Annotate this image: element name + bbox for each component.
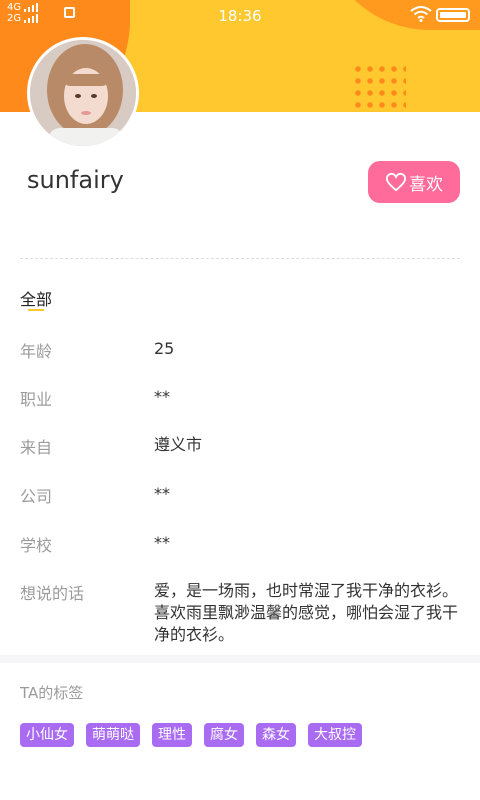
section-title-underline — [28, 309, 44, 311]
tag-chip[interactable]: 理性 — [152, 723, 192, 747]
info-value-bio: 爱，是一场雨，也时常湿了我干净的衣衫。喜欢雨里飘渺温馨的感觉，哪怕会湿了我干净的… — [154, 581, 459, 644]
status-bar: 4G 2G 18:36 — [0, 0, 480, 32]
divider — [20, 258, 460, 259]
tag-chip[interactable]: 森女 — [256, 723, 296, 747]
tag-list: 小仙女 萌萌哒 理性 腐女 森女 大叔控 — [20, 723, 362, 747]
tag-chip[interactable]: 萌萌哒 — [86, 723, 140, 747]
wifi-icon — [410, 6, 432, 22]
tag-chip[interactable]: 大叔控 — [308, 723, 362, 747]
battery-icon — [436, 8, 470, 22]
info-label: 来自 — [20, 438, 53, 457]
info-label: 想说的话 — [20, 584, 85, 603]
like-button[interactable]: 喜欢 — [368, 161, 460, 203]
avatar-photo — [30, 40, 136, 146]
tag-chip[interactable]: 小仙女 — [20, 723, 74, 747]
heart-icon — [385, 172, 407, 192]
info-value: ** — [154, 533, 170, 552]
avatar[interactable] — [27, 37, 139, 149]
section-title-all[interactable]: 全部 — [20, 286, 53, 311]
info-label: 年龄 — [20, 342, 53, 361]
dot-pattern-decoration — [352, 63, 406, 112]
info-value: 遵义市 — [154, 435, 203, 454]
like-button-label: 喜欢 — [409, 174, 443, 195]
section-separator — [0, 655, 480, 663]
section-title-label: 全部 — [20, 290, 53, 309]
status-time: 18:36 — [218, 7, 262, 25]
info-label: 公司 — [20, 487, 53, 506]
tag-chip[interactable]: 腐女 — [204, 723, 244, 747]
info-label: 职业 — [20, 390, 53, 409]
info-value: 25 — [154, 339, 175, 358]
info-label: 学校 — [20, 536, 53, 555]
profile-username: sunfairy — [27, 166, 124, 194]
info-value: ** — [154, 387, 170, 406]
tags-section-title: TA的标签 — [20, 684, 84, 702]
info-value: ** — [154, 484, 170, 503]
